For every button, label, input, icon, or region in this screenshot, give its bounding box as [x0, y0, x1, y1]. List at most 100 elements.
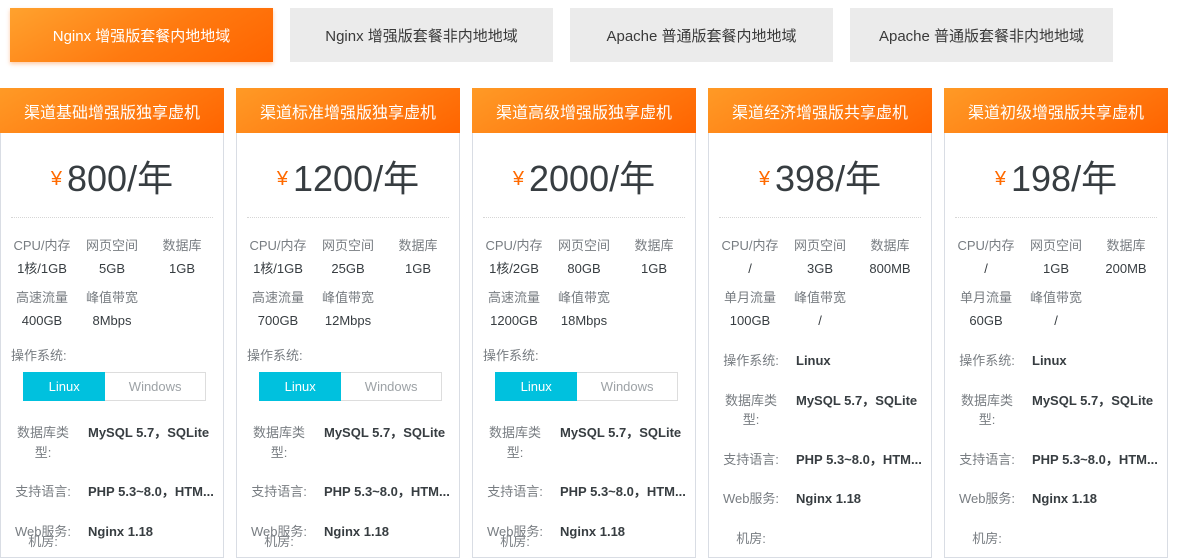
detail-value: MySQL 5.7，SQLite — [796, 391, 931, 411]
os-option-windows-button[interactable]: Windows — [105, 372, 206, 401]
spec-grid: CPU/内存 网页空间 数据库 1核/1GB 25GB 1GB 高速流量 峰值带… — [237, 218, 459, 329]
price-unit: /年 — [835, 158, 881, 199]
tab-3[interactable]: Apache 普通版套餐非内地地域 — [850, 8, 1113, 62]
detail-value: PHP 5.3~8.0，HTM... — [560, 482, 695, 502]
spec-value: 3GB — [785, 261, 855, 277]
os-text-row: 操作系统: Linux — [709, 351, 931, 371]
spec-grid: CPU/内存 网页空间 数据库 / 1GB 200MB 单月流量 峰值带宽 60… — [945, 218, 1167, 329]
spec-value-empty — [1091, 313, 1161, 329]
detail-row-web-server: Web服务: Nginx 1.18 — [945, 489, 1167, 509]
price-amount: 198 — [1011, 158, 1071, 199]
spec-value: 8Mbps — [77, 313, 147, 329]
detail-row-languages: 支持语言: PHP 5.3~8.0，HTM... — [237, 482, 459, 502]
plan-title: 渠道高级增强版独享虚机 — [472, 88, 696, 133]
spec-label: 数据库 — [383, 238, 453, 261]
spec-label: 峰值带宽 — [77, 277, 147, 313]
spec-value-empty — [619, 313, 689, 329]
detail-label: 数据库类型: — [955, 391, 1019, 430]
detail-value: Nginx 1.18 — [324, 522, 459, 542]
currency-symbol: ¥ — [51, 168, 62, 190]
tab-label: Apache 普通版套餐内地地域 — [606, 25, 796, 46]
currency-symbol: ¥ — [277, 168, 288, 190]
spec-value: 100GB — [715, 313, 785, 329]
spec-label: 数据库 — [619, 238, 689, 261]
spec-label: 网页空间 — [1021, 238, 1091, 261]
spec-value: / — [951, 261, 1021, 277]
spec-label-empty — [147, 277, 217, 313]
detail-label: Web服务: — [719, 489, 783, 509]
price-unit: /年 — [1071, 158, 1117, 199]
spec-label: 峰值带宽 — [313, 277, 383, 313]
tab-2[interactable]: Apache 普通版套餐内地地域 — [570, 8, 833, 62]
plan-title: 渠道标准增强版独享虚机 — [236, 88, 460, 133]
os-label: 操作系统: — [11, 345, 223, 364]
tab-0[interactable]: Nginx 增强版套餐内地地域 — [10, 8, 273, 62]
spec-value: 800MB — [855, 261, 925, 277]
detail-value: PHP 5.3~8.0，HTM... — [88, 482, 223, 502]
detail-label: 支持语言: — [955, 450, 1019, 470]
detail-row-database-type: 数据库类型: MySQL 5.7，SQLite — [473, 423, 695, 462]
spec-value-empty — [855, 313, 925, 329]
detail-label: 支持语言: — [247, 482, 311, 502]
spec-label: 网页空间 — [77, 238, 147, 261]
detail-label: Web服务: — [955, 489, 1019, 509]
detail-list: 数据库类型: MySQL 5.7，SQLite 支持语言: PHP 5.3~8.… — [1, 423, 223, 552]
os-option-windows-button[interactable]: Windows — [577, 372, 678, 401]
os-toggle-block: 操作系统: Linux Windows — [473, 345, 695, 401]
plan-card: 渠道基础增强版独享虚机 ¥800/年 CPU/内存 网页空间 数据库 1核/1G… — [0, 88, 224, 558]
spec-value: 5GB — [77, 261, 147, 277]
detail-row-languages: 支持语言: PHP 5.3~8.0，HTM... — [945, 450, 1167, 470]
spec-label-empty — [1091, 277, 1161, 313]
price-amount: 800 — [67, 158, 127, 199]
os-option-linux-button[interactable]: Linux — [495, 372, 577, 401]
os-toggle-block: 操作系统: Linux Windows — [1, 345, 223, 401]
os-toggle-block: 操作系统: Linux Windows — [237, 345, 459, 401]
spec-value: 80GB — [549, 261, 619, 277]
detail-list: 数据库类型: MySQL 5.7，SQLite 支持语言: PHP 5.3~8.… — [473, 423, 695, 552]
os-value: Linux — [796, 351, 931, 371]
os-option-windows-button[interactable]: Windows — [341, 372, 442, 401]
spec-label: CPU/内存 — [479, 238, 549, 261]
tab-1[interactable]: Nginx 增强版套餐非内地地域 — [290, 8, 553, 62]
detail-list: 操作系统: Linux 数据库类型: MySQL 5.7，SQLite 支持语言… — [709, 351, 931, 548]
spec-label: 高速流量 — [479, 277, 549, 313]
spec-label: 峰值带宽 — [549, 277, 619, 313]
os-option-linux-button[interactable]: Linux — [23, 372, 105, 401]
os-option-linux-button[interactable]: Linux — [259, 372, 341, 401]
plan-price: ¥398/年 — [719, 133, 921, 218]
detail-value: Nginx 1.18 — [560, 522, 695, 542]
detail-value: Nginx 1.18 — [1032, 489, 1167, 509]
detail-row-languages: 支持语言: PHP 5.3~8.0，HTM... — [473, 482, 695, 502]
detail-row-web-server: Web服务: Nginx 1.18 — [709, 489, 931, 509]
price-amount: 398 — [775, 158, 835, 199]
spec-value: 1核/1GB — [243, 261, 313, 277]
detail-row-languages: 支持语言: PHP 5.3~8.0，HTM... — [1, 482, 223, 502]
detail-value: MySQL 5.7，SQLite — [560, 423, 695, 443]
spec-label: CPU/内存 — [951, 238, 1021, 261]
plan-card: 渠道高级增强版独享虚机 ¥2000/年 CPU/内存 网页空间 数据库 1核/2… — [472, 88, 696, 558]
spec-label: CPU/内存 — [7, 238, 77, 261]
os-label: 操作系统: — [483, 345, 695, 364]
spec-value: 1核/2GB — [479, 261, 549, 277]
spec-label: 高速流量 — [7, 277, 77, 313]
detail-label: 机房: — [719, 529, 783, 549]
detail-value: MySQL 5.7，SQLite — [1032, 391, 1167, 411]
os-toggle: Linux Windows — [259, 372, 442, 401]
detail-label: 支持语言: — [719, 450, 783, 470]
detail-label: 支持语言: — [483, 482, 547, 502]
spec-label: 峰值带宽 — [1021, 277, 1091, 313]
os-label: 操作系统: — [955, 351, 1019, 371]
detail-row-database-type: 数据库类型: MySQL 5.7，SQLite — [945, 391, 1167, 430]
detail-value: Nginx 1.18 — [88, 522, 223, 542]
spec-grid: CPU/内存 网页空间 数据库 / 3GB 800MB 单月流量 峰值带宽 10… — [709, 218, 931, 329]
currency-symbol: ¥ — [759, 168, 770, 190]
os-label: 操作系统: — [719, 351, 783, 371]
plan-price: ¥800/年 — [11, 133, 213, 218]
spec-value: 1GB — [383, 261, 453, 277]
detail-label: 机房: — [11, 532, 75, 552]
detail-value: Nginx 1.18 — [796, 489, 931, 509]
plan-price: ¥1200/年 — [247, 133, 449, 218]
currency-symbol: ¥ — [513, 168, 524, 190]
detail-list: 操作系统: Linux 数据库类型: MySQL 5.7，SQLite 支持语言… — [945, 351, 1167, 548]
spec-label: 网页空间 — [549, 238, 619, 261]
